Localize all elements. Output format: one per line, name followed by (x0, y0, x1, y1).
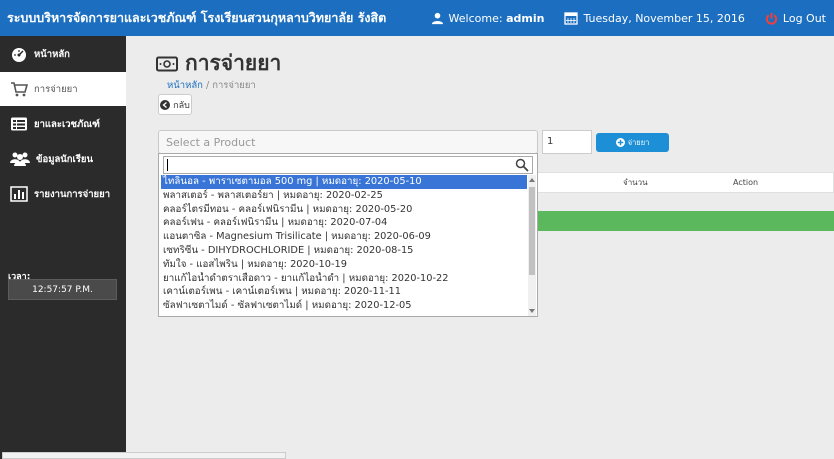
dropdown-option[interactable]: คลอร์เฟน - คลอร์เฟนิรามีน | หมดอายุ: 202… (161, 216, 527, 230)
breadcrumb-separator: / (202, 80, 213, 91)
sidebar-item-label: การจ่ายยา (34, 83, 78, 95)
top-navbar: ระบบบริหารจัดการยาและเวชภัณฑ์ โรงเรียนสว… (0, 0, 834, 36)
quantity-input[interactable]: 1 (542, 130, 592, 154)
users-icon (10, 152, 30, 166)
dropdown-option[interactable]: แอนตาซิล - Magnesium Trisilicate | หมดอา… (161, 230, 527, 244)
welcome-user: Welcome: admin (431, 11, 545, 25)
dropdown-option[interactable]: ทัมใจ - แอสไพริน | หมดอายุ: 2020-10-19 (161, 258, 527, 272)
sidebar-item-label: หน้าหลัก (34, 48, 70, 60)
scroll-up-arrow-icon[interactable] (529, 178, 535, 182)
dropdown-options-list: ไทลินอล - พาราเซตามอล 500 mg | หมดอายุ: … (161, 175, 527, 316)
clock-display: 12:57:57 P.M. (8, 279, 117, 300)
sidebar-item-dispense[interactable]: การจ่ายยา (0, 72, 126, 106)
dropdown-option[interactable]: คลอร์ไตรมีทอน - คลอร์เฟนิรามีน | หมดอายุ… (161, 203, 527, 217)
sidebar: หน้าหลัก การจ่ายยา ยาและเวชภัณฑ์ ข้อมูลน… (0, 36, 126, 459)
breadcrumb-current: การจ่ายยา (212, 80, 256, 91)
search-icon (515, 158, 529, 172)
app-title: ระบบบริหารจัดการยาและเวชภัณฑ์ โรงเรียนสว… (7, 10, 387, 25)
product-select[interactable]: Select a Product (158, 130, 538, 154)
bar-chart-icon (10, 186, 28, 202)
dropdown-option[interactable]: เซทริซีน - DIHYDROCHLORIDE | หมดอายุ: 20… (161, 244, 527, 258)
dropdown-option[interactable]: เคาน์เตอร์เพน - เคาน์เตอร์เพน | หมดอายุ:… (161, 285, 527, 299)
sidebar-item-home[interactable]: หน้าหลัก (0, 37, 126, 71)
page-title: การจ่ายยา (156, 47, 281, 80)
current-date: Tuesday, November 15, 2016 (564, 11, 745, 25)
sidebar-item-label: ข้อมูลนักเรียน (36, 153, 93, 165)
text-caret (167, 159, 168, 171)
back-button-label: กลับ (173, 100, 190, 111)
browser-status-bar (2, 452, 286, 459)
table-header: จำนวน Action (536, 172, 834, 193)
column-header-quantity: จำนวน (623, 178, 648, 187)
power-icon (765, 12, 777, 24)
dropdown-option[interactable]: ไทลินอล - พาราเซตามอล 500 mg | หมดอายุ: … (161, 175, 527, 189)
logout-label: Log Out (782, 11, 826, 25)
calendar-icon (564, 12, 579, 25)
sidebar-item-medicines[interactable]: ยาและเวชภัณฑ์ (0, 107, 126, 141)
money-icon (156, 56, 178, 71)
logout-link[interactable]: Log Out (765, 12, 826, 25)
date-text: Tuesday, November 15, 2016 (583, 11, 745, 25)
product-dropdown: ไทลินอล - พาราเซตามอล 500 mg | หมดอายุ: … (158, 153, 538, 317)
dashboard-icon (12, 48, 26, 62)
list-icon (11, 117, 27, 131)
scroll-down-arrow-icon[interactable] (529, 309, 535, 313)
dispense-button[interactable]: จ่ายยา (596, 133, 669, 152)
dropdown-option[interactable]: ยาแก้ไอน้ำดำตราเสือดาว - ยาแก้ไอน้ำดำ | … (161, 272, 527, 286)
dropdown-scrollbar[interactable] (528, 175, 536, 316)
user-icon (431, 12, 443, 24)
success-bar (536, 211, 834, 231)
cart-icon (11, 82, 28, 97)
dropdown-search-input[interactable] (163, 156, 533, 174)
scrollbar-thumb[interactable] (529, 187, 535, 275)
username: admin (506, 11, 545, 25)
page-title-text: การจ่ายยา (185, 51, 282, 75)
sidebar-item-label: รายงานการจ่ายยา (34, 188, 111, 200)
sidebar-item-reports[interactable]: รายงานการจ่ายยา (0, 177, 126, 211)
breadcrumb: หน้าหลัก / การจ่ายยา (167, 78, 256, 93)
column-header-action: Action (733, 178, 759, 187)
dispense-button-label: จ่ายยา (627, 137, 650, 147)
sidebar-item-label: ยาและเวชภัณฑ์ (34, 118, 100, 130)
sidebar-item-students[interactable]: ข้อมูลนักเรียน (0, 142, 126, 176)
breadcrumb-home-link[interactable]: หน้าหลัก (167, 80, 203, 91)
back-button[interactable]: กลับ (158, 94, 192, 115)
dropdown-option[interactable]: ซัลฟาเซตาไมด์ - ซัลฟาเซตาไมด์ | หมดอายุ:… (161, 299, 527, 313)
dropdown-option[interactable]: พลาสเตอร์ - พลาสเตอร์ยา | หมดอายุ: 2020-… (161, 189, 527, 203)
welcome-label: Welcome: (448, 11, 503, 25)
plus-circle-icon (615, 138, 625, 147)
arrow-left-circle-icon (160, 99, 171, 110)
